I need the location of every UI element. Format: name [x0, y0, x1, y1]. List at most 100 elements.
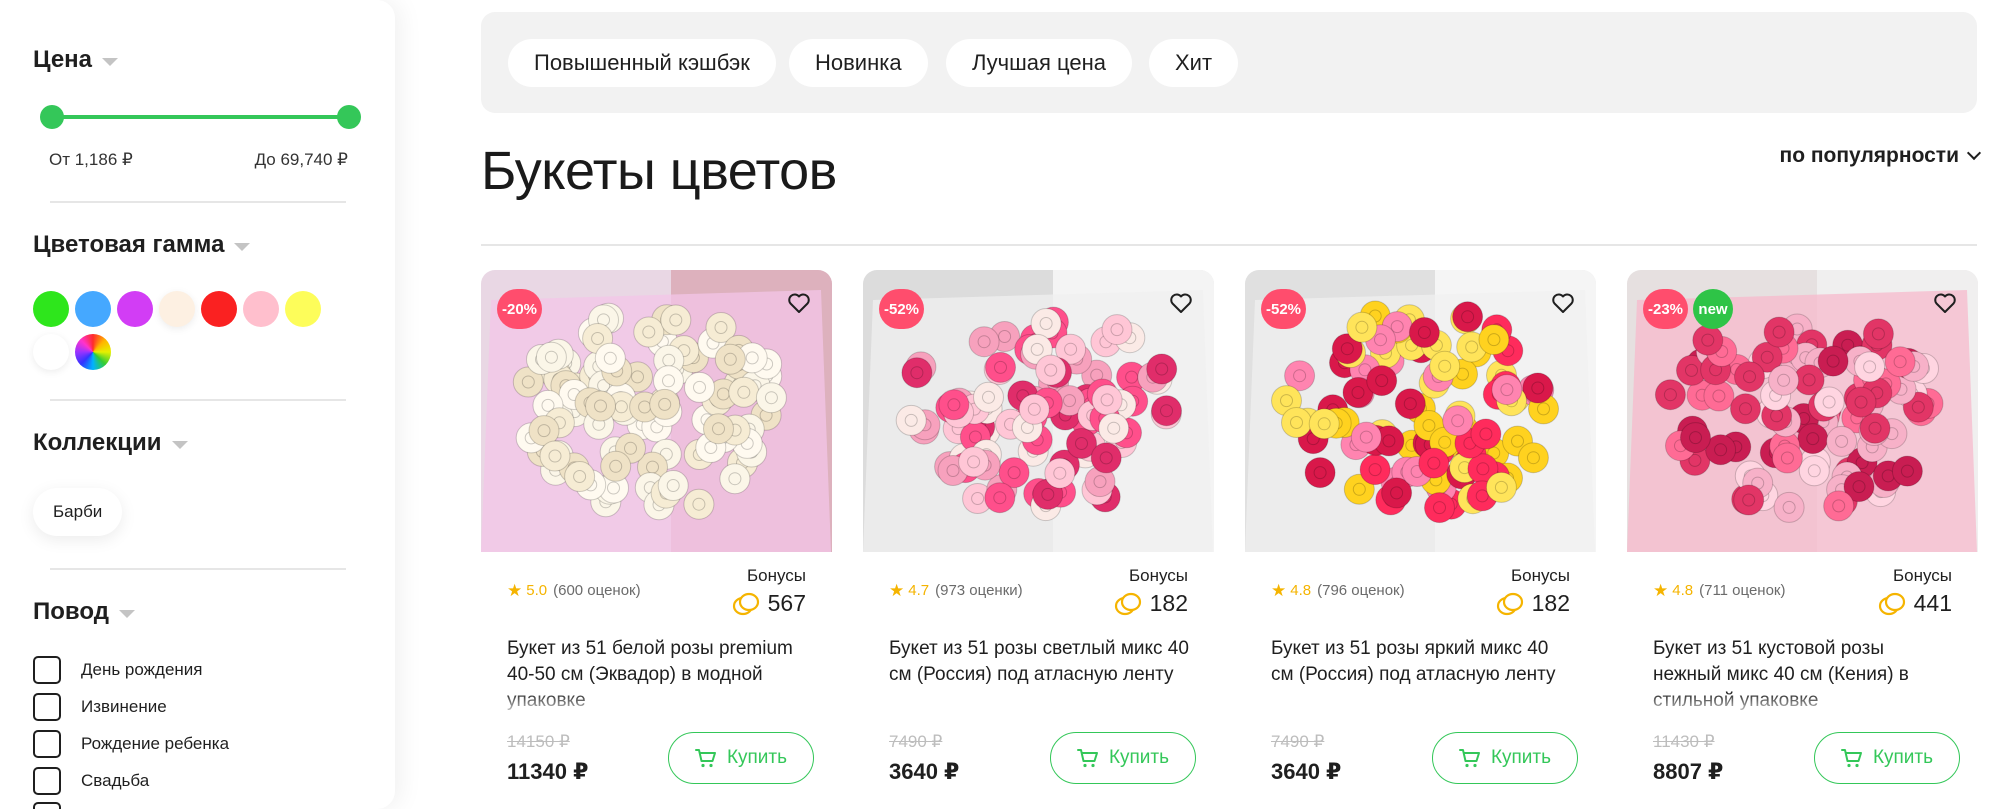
color-swatch-beige[interactable] [159, 291, 195, 327]
cart-icon [694, 749, 716, 768]
caret-down-icon [171, 441, 188, 449]
chevron-down-icon [1966, 145, 1982, 161]
bonus-label: Бонусы [1510, 566, 1570, 585]
star-icon: ★ [889, 581, 905, 600]
tag-hit[interactable]: Хит [1149, 39, 1239, 87]
product-card[interactable]: -23% new ★ 4.8 (711 оценок) Бонусы 441 Бу… [1627, 270, 1978, 809]
cart-icon [1458, 749, 1480, 768]
product-name-link[interactable]: Букет из 51 розы яркий микс 40 см (Росси… [1271, 636, 1571, 714]
coins-icon [1496, 592, 1523, 615]
heart-icon [1552, 293, 1574, 313]
price-filter-title: Цена [33, 46, 93, 73]
discount-badge: -23% [1643, 289, 1689, 329]
star-icon: ★ [507, 581, 523, 600]
review-count: (973 оценки) [935, 582, 1023, 599]
occasion-option-label: Извинение [81, 697, 167, 716]
buy-button-label: Купить [1872, 747, 1934, 768]
product-card[interactable]: -52% ★ 4.8 (796 оценок) Бонусы 182 Букет… [1245, 270, 1596, 809]
price-from-label: От 1,186 ₽ [49, 150, 133, 169]
heart-icon [1170, 293, 1192, 313]
price: 11340 ₽ [507, 759, 589, 784]
star-icon: ★ [1271, 581, 1287, 600]
buy-button-label: Купить [726, 747, 788, 768]
price: 8807 ₽ [1653, 759, 1724, 784]
price-min-handle[interactable] [40, 105, 64, 129]
product-rating: ★ 5.0 (600 оценок) [507, 582, 641, 599]
price-to-label: До 69,740 ₽ [254, 150, 348, 169]
occasion-filter-toggle[interactable]: Повод [33, 598, 135, 626]
favorite-button[interactable] [1930, 288, 1960, 318]
bonus-value: 567 [767, 590, 806, 616]
color-filter-toggle[interactable]: Цветовая гамма [33, 231, 251, 259]
color-swatch-blue[interactable] [75, 291, 111, 327]
product-name-link[interactable]: Букет из 51 кустовой розы нежный микс 40… [1653, 636, 1953, 714]
product-name-link[interactable]: Букет из 51 розы светлый микс 40 см (Рос… [889, 636, 1189, 714]
price-filter-toggle[interactable]: Цена [33, 46, 119, 74]
cart-icon [1840, 749, 1862, 768]
color-swatch-pink[interactable] [243, 291, 279, 327]
heart-icon [788, 293, 810, 313]
color-swatch-multicolor[interactable] [75, 334, 111, 370]
coins-icon [732, 592, 759, 615]
quick-tags-bar: Повышенный кэшбэк Новинка Лучшая цена Хи… [481, 12, 1977, 113]
buy-button[interactable]: Купить [1814, 732, 1960, 784]
product-name-link[interactable]: Букет из 51 белой розы premium 40-50 см … [507, 636, 807, 714]
divider [481, 244, 1977, 246]
price-max-handle[interactable] [337, 105, 361, 129]
favorite-button[interactable] [1548, 288, 1578, 318]
coins-icon [1878, 592, 1905, 615]
product-name: Букет из 51 розы яркий микс 40 см (Росси… [1271, 638, 1556, 685]
checkbox[interactable] [33, 802, 61, 809]
heart-icon [1934, 293, 1956, 313]
checkbox[interactable] [33, 693, 61, 721]
color-swatch-purple[interactable] [117, 291, 153, 327]
favorite-button[interactable] [1166, 288, 1196, 318]
product-card[interactable]: -20% ★ 5.0 (600 оценок) Бонусы 567 Букет… [481, 270, 832, 809]
favorite-button[interactable] [784, 288, 814, 318]
color-swatch-green[interactable] [33, 291, 69, 327]
color-swatch-yellow[interactable] [285, 291, 321, 327]
collection-chip-barbie[interactable]: Барби [33, 488, 123, 536]
bonus-points: 441 [1878, 590, 1952, 617]
old-price: 7490 ₽ [1271, 732, 1325, 751]
checkbox[interactable] [33, 767, 61, 795]
buy-button-label: Купить [1108, 747, 1170, 768]
sort-dropdown[interactable]: по популярности [1780, 144, 1982, 168]
price-range-slider[interactable] [52, 115, 349, 119]
tag-increased-cashback[interactable]: Повышенный кэшбэк [508, 39, 776, 87]
checkbox[interactable] [33, 730, 61, 758]
product-card[interactable]: -52% ★ 4.7 (973 оценки) Бонусы 182 Букет… [863, 270, 1214, 809]
review-count: (711 оценок) [1699, 582, 1786, 599]
occasion-option[interactable]: Свадьба [33, 767, 149, 795]
bonus-label: Бонусы [1128, 566, 1188, 585]
buy-button[interactable]: Купить [1050, 732, 1196, 784]
checkbox[interactable] [33, 656, 61, 684]
product-rating: ★ 4.8 (796 оценок) [1271, 582, 1405, 599]
buy-button[interactable]: Купить [1432, 732, 1578, 784]
buy-button[interactable]: Купить [668, 732, 814, 784]
discount-badge: -52% [879, 289, 925, 329]
old-price: 7490 ₽ [889, 732, 943, 751]
collections-filter-toggle[interactable]: Коллекции [33, 429, 188, 457]
page-title: Букеты цветов [481, 141, 837, 201]
buy-button-label: Купить [1490, 747, 1552, 768]
color-swatch-white[interactable] [33, 334, 69, 370]
text-fade [1271, 692, 1571, 714]
bonus-points: 567 [732, 590, 806, 617]
tag-best-price[interactable]: Лучшая цена [946, 39, 1133, 87]
bonus-value: 182 [1531, 590, 1570, 616]
divider [50, 399, 346, 401]
occasion-option[interactable]: Извинение [33, 693, 167, 721]
price: 3640 ₽ [889, 759, 960, 784]
divider [50, 201, 346, 203]
occasion-option[interactable]: Рождение ребенка [33, 730, 229, 758]
product-rating: ★ 4.7 (973 оценки) [889, 582, 1023, 599]
occasion-option-label: День рождения [81, 660, 203, 679]
discount-badge: -20% [497, 289, 543, 329]
product-name: Букет из 51 розы светлый микс 40 см (Рос… [889, 638, 1189, 685]
tag-new[interactable]: Новинка [789, 39, 928, 87]
color-filter-title: Цветовая гамма [33, 231, 225, 258]
color-swatch-red[interactable] [201, 291, 237, 327]
occasion-option[interactable]: День рождения [33, 656, 203, 684]
cart-icon [1076, 749, 1098, 768]
